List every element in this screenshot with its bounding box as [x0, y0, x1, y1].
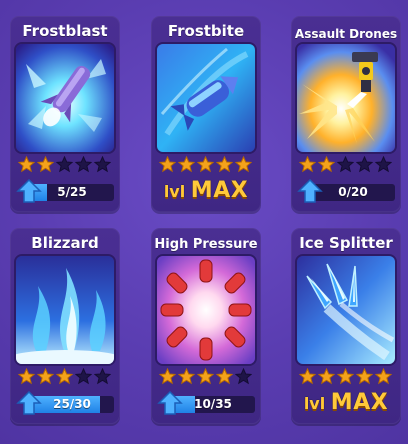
star-filled-icon — [56, 368, 73, 385]
card-frostblast[interactable]: Frostblast 5/25 — [10, 16, 120, 212]
star-rating — [18, 368, 111, 385]
progress-text: 25/30 — [53, 397, 91, 411]
star-filled-icon — [178, 156, 195, 173]
progress-text: 5/25 — [57, 185, 87, 199]
star-rating — [159, 368, 252, 385]
star-filled-icon — [197, 156, 214, 173]
card-title: Frostbite — [167, 22, 245, 40]
card-assault-drones[interactable]: Assault Drones 0/20 — [291, 16, 401, 212]
max-text: MAX — [330, 390, 389, 415]
card-title: Ice Splitter — [299, 234, 393, 252]
card-title: Blizzard — [31, 234, 99, 252]
star-empty-icon — [56, 156, 73, 173]
star-filled-icon — [18, 156, 35, 173]
star-filled-icon — [178, 368, 195, 385]
card-title: Assault Drones — [294, 27, 398, 41]
card-high-pressure[interactable]: High Pressure 10/35 — [151, 228, 261, 424]
star-filled-icon — [299, 156, 316, 173]
max-level-label: lvl MAX — [291, 390, 401, 415]
upgrade-progress[interactable]: 25/30 — [16, 390, 114, 416]
upgrade-progress[interactable]: 10/35 — [157, 390, 255, 416]
card-ice-splitter[interactable]: Ice Splitter lvl MAX — [291, 228, 401, 424]
card-title: Frostblast — [22, 22, 108, 40]
star-empty-icon — [94, 368, 111, 385]
star-empty-icon — [337, 156, 354, 173]
upgrade-arrow-icon[interactable] — [16, 390, 42, 416]
frost-missile-icon — [157, 44, 255, 152]
star-filled-icon — [318, 368, 335, 385]
upgrade-arrow-icon[interactable] — [157, 390, 183, 416]
star-filled-icon — [37, 368, 54, 385]
star-filled-icon — [159, 156, 176, 173]
drone-turret-icon — [297, 44, 395, 152]
star-filled-icon — [337, 368, 354, 385]
card-title: High Pressure — [154, 237, 258, 252]
upgrade-arrow-icon[interactable] — [297, 178, 323, 204]
upgrade-progress[interactable]: 0/20 — [297, 178, 395, 204]
card-frostbite[interactable]: Frostbite lvl MAX — [151, 16, 261, 212]
bullet-burst-icon — [157, 256, 255, 364]
star-rating — [299, 368, 392, 385]
star-filled-icon — [37, 156, 54, 173]
star-filled-icon — [216, 156, 233, 173]
upgrade-arrow-icon[interactable] — [16, 178, 42, 204]
star-rating — [159, 156, 252, 173]
star-empty-icon — [235, 368, 252, 385]
star-filled-icon — [197, 368, 214, 385]
star-filled-icon — [356, 368, 373, 385]
star-filled-icon — [18, 368, 35, 385]
star-filled-icon — [216, 368, 233, 385]
star-empty-icon — [94, 156, 111, 173]
star-filled-icon — [299, 368, 316, 385]
frost-rocket-icon — [16, 44, 114, 152]
upgrade-progress[interactable]: 5/25 — [16, 178, 114, 204]
star-filled-icon — [235, 156, 252, 173]
star-empty-icon — [356, 156, 373, 173]
progress-text: 0/20 — [338, 185, 368, 199]
lvl-text: lvl — [303, 394, 326, 413]
blue-flames-icon — [16, 256, 114, 364]
upgrade-card-grid: Frostblast 5/25 Frostbite lvl MAX Assaul… — [0, 0, 408, 444]
star-filled-icon — [159, 368, 176, 385]
card-blizzard[interactable]: Blizzard 25/30 — [10, 228, 120, 424]
star-empty-icon — [75, 156, 92, 173]
max-text: MAX — [190, 178, 249, 203]
star-filled-icon — [375, 368, 392, 385]
star-empty-icon — [375, 156, 392, 173]
star-filled-icon — [318, 156, 335, 173]
ice-shards-icon — [297, 256, 395, 364]
star-rating — [299, 156, 392, 173]
star-empty-icon — [75, 368, 92, 385]
progress-text: 10/35 — [194, 397, 232, 411]
star-rating — [18, 156, 111, 173]
lvl-text: lvl — [163, 182, 186, 201]
max-level-label: lvl MAX — [151, 178, 261, 203]
